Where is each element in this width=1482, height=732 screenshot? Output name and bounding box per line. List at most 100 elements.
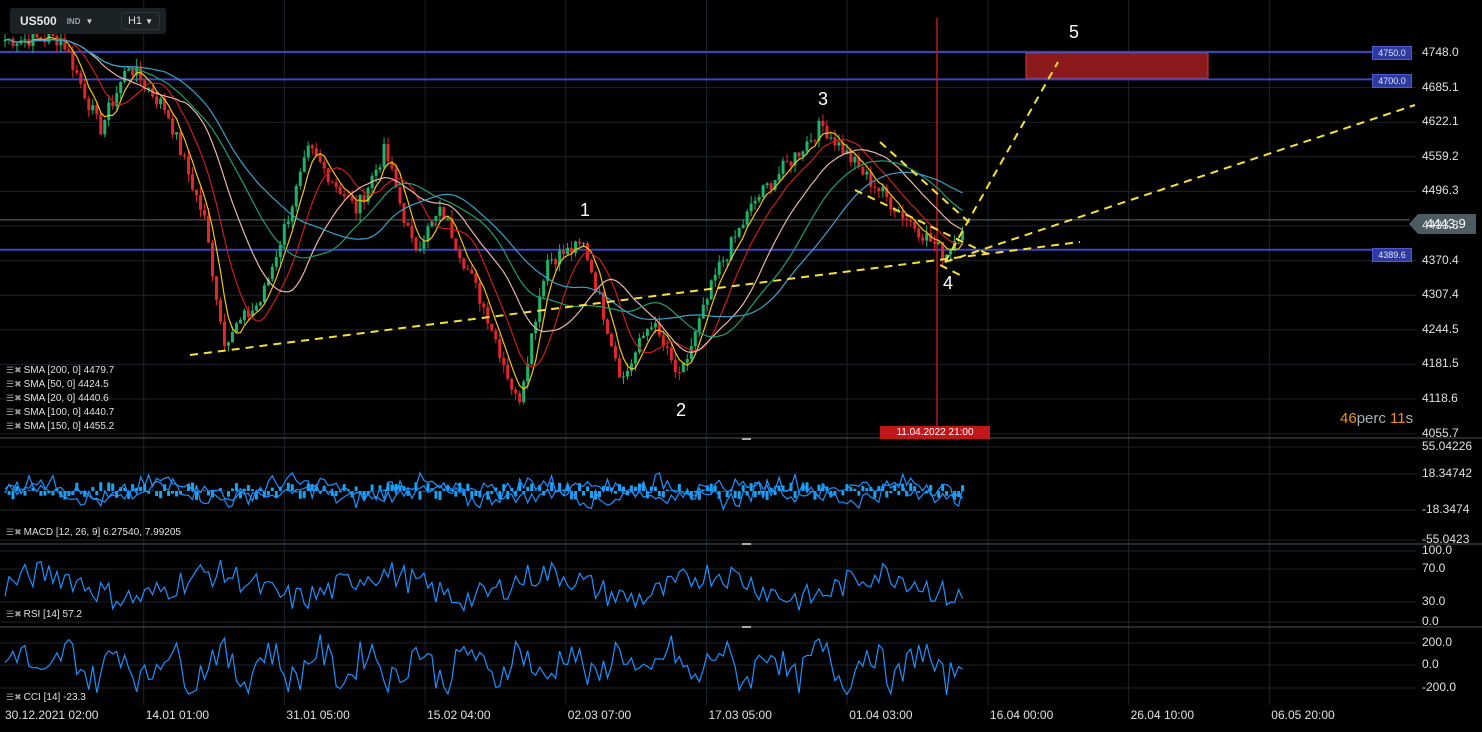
rsi-line bbox=[4, 560, 964, 613]
candle bbox=[342, 194, 346, 197]
candle bbox=[542, 280, 546, 297]
sma-legend-100[interactable]: ☰✖ SMA [100, 0] 4440.7 bbox=[6, 407, 114, 418]
candle bbox=[937, 241, 941, 244]
trendline bbox=[854, 189, 991, 256]
candle bbox=[87, 98, 91, 111]
candle bbox=[103, 119, 107, 135]
sma-legend-20[interactable]: ☰✖ SMA [20, 0] 4440.6 bbox=[6, 393, 109, 404]
candle bbox=[933, 241, 937, 244]
candle bbox=[693, 331, 697, 347]
candle bbox=[306, 145, 310, 158]
candle bbox=[805, 141, 809, 152]
price-tick-label: 4685.1 bbox=[1422, 79, 1459, 94]
candle bbox=[749, 203, 753, 212]
symbol-type: IND bbox=[66, 16, 81, 26]
candle bbox=[470, 269, 474, 274]
candle bbox=[621, 376, 625, 378]
candle bbox=[191, 174, 195, 190]
candle bbox=[821, 120, 825, 126]
wave-label-5: 5 bbox=[1069, 22, 1080, 42]
price-tick-label: 4118.6 bbox=[1422, 391, 1458, 405]
indicator-tick-label: 0.0 bbox=[1422, 614, 1439, 628]
candle bbox=[406, 222, 410, 226]
level-tag-4750[interactable]: 4750.0 bbox=[1372, 46, 1412, 60]
indicator-tick-label: 18.34742 bbox=[1422, 466, 1473, 480]
candle bbox=[314, 148, 318, 156]
candle bbox=[262, 285, 266, 303]
candle bbox=[514, 389, 518, 394]
candle bbox=[127, 68, 131, 71]
cci-legend[interactable]: ☰✖ CCI [14] -23.3 bbox=[6, 692, 86, 703]
time-tick-label: 15.02 04:00 bbox=[427, 708, 491, 722]
panel-resize-handle[interactable] bbox=[742, 543, 751, 545]
candle-timer: 46perc 11s bbox=[1340, 410, 1414, 427]
candle bbox=[685, 359, 689, 363]
candle bbox=[187, 155, 191, 175]
candle bbox=[745, 211, 749, 225]
chevron-down-icon[interactable]: ▼ bbox=[85, 17, 93, 26]
candle bbox=[402, 203, 406, 223]
chart-canvas[interactable] bbox=[0, 0, 1482, 732]
candle bbox=[909, 219, 913, 222]
time-tick-label: 14.01 01:00 bbox=[145, 708, 210, 722]
candle bbox=[881, 187, 885, 192]
timeframe-selector[interactable]: H1 ▼ bbox=[120, 12, 160, 30]
candle bbox=[326, 168, 330, 183]
candle bbox=[218, 300, 222, 322]
candle bbox=[637, 337, 641, 353]
candle bbox=[183, 155, 187, 157]
level-tag-4700[interactable]: 4700.0 bbox=[1372, 74, 1412, 88]
time-tick-label: 01.04 03:00 bbox=[849, 708, 913, 722]
candle bbox=[458, 249, 462, 259]
candle bbox=[765, 183, 769, 186]
candle bbox=[733, 236, 737, 238]
candle bbox=[286, 221, 290, 225]
panel-resize-handle[interactable] bbox=[742, 626, 751, 628]
candle bbox=[354, 200, 358, 214]
grid bbox=[0, 0, 1482, 705]
candle bbox=[530, 333, 534, 364]
candle bbox=[889, 197, 893, 210]
time-tick-label: 31.01 05:00 bbox=[286, 708, 350, 722]
candle bbox=[15, 43, 19, 46]
candle bbox=[861, 166, 865, 175]
candle bbox=[298, 171, 302, 186]
candle bbox=[426, 226, 430, 242]
menu-icon: ☰✖ bbox=[6, 692, 22, 702]
candle bbox=[234, 323, 238, 333]
candle bbox=[51, 33, 55, 36]
candle bbox=[83, 83, 87, 99]
candle bbox=[322, 161, 326, 169]
candle bbox=[334, 182, 338, 187]
price-tick-label: 4055.7 bbox=[1422, 425, 1459, 440]
candle bbox=[222, 321, 226, 346]
candle bbox=[789, 161, 793, 166]
panel-resize-handle[interactable] bbox=[742, 438, 751, 440]
candle bbox=[761, 185, 765, 197]
candles bbox=[3, 24, 965, 406]
candle bbox=[554, 259, 558, 265]
candle bbox=[274, 257, 278, 267]
sma-legend-200[interactable]: ☰✖ SMA [200, 0] 4479.7 bbox=[6, 365, 114, 376]
macd-legend[interactable]: ☰✖ MACD [12, 26, 9] 6.27540, 7.99205 bbox=[6, 527, 181, 538]
candle bbox=[837, 142, 841, 146]
candle bbox=[697, 318, 701, 332]
candle bbox=[649, 327, 653, 330]
indicator-tick-label: 200.0 bbox=[1422, 635, 1453, 649]
rsi-legend[interactable]: ☰✖ RSI [14] 57.2 bbox=[6, 609, 82, 620]
price-tick-label: 4244.5 bbox=[1422, 321, 1459, 336]
sma-legend-150[interactable]: ☰✖ SMA [150, 0] 4455.2 bbox=[6, 421, 114, 432]
candle bbox=[310, 145, 314, 149]
candle bbox=[673, 360, 677, 373]
candle bbox=[466, 268, 470, 270]
menu-icon: ☰✖ bbox=[6, 379, 22, 389]
sma-legend-50[interactable]: ☰✖ SMA [50, 0] 4424.5 bbox=[6, 379, 109, 390]
level-tag-4389[interactable]: 4389.6 bbox=[1372, 248, 1412, 262]
candle bbox=[669, 347, 673, 361]
candle bbox=[741, 224, 745, 228]
symbol-selector[interactable]: US500 IND ▼ H1 ▼ bbox=[10, 8, 166, 34]
candle bbox=[434, 215, 438, 221]
candle bbox=[809, 140, 813, 142]
candle bbox=[777, 174, 781, 181]
price-tick-label: 4370.4 bbox=[1422, 252, 1459, 267]
